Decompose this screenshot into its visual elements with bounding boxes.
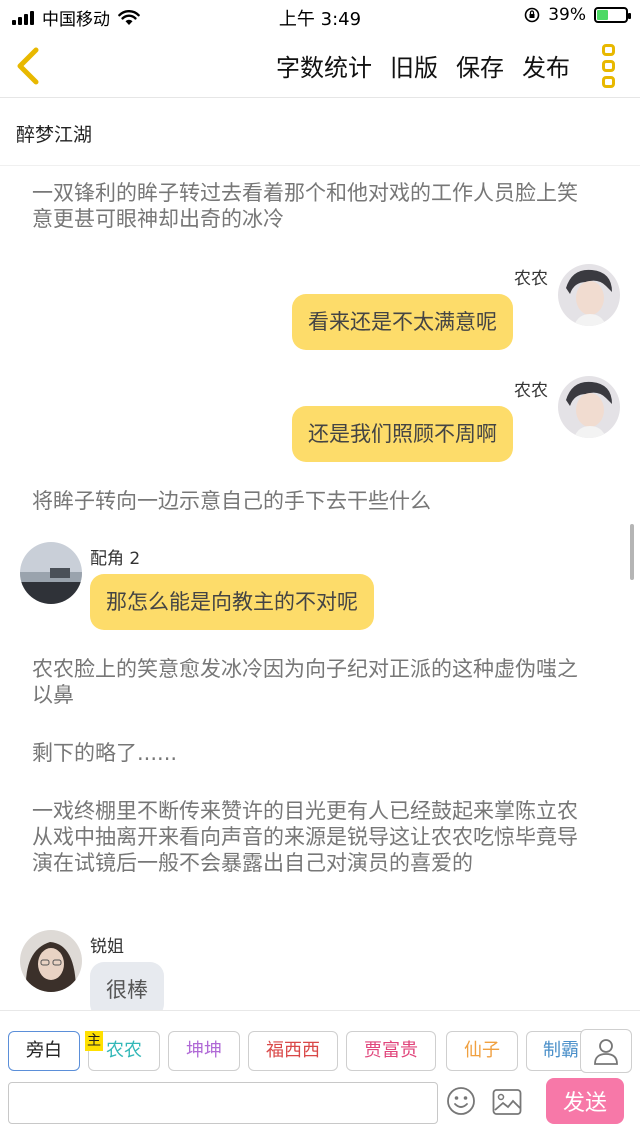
speaker-name: 农农: [514, 381, 548, 401]
role-chip-jiafugui[interactable]: 贾富贵: [346, 1031, 436, 1071]
nav-bar: 字数统计 旧版 保存 发布: [0, 34, 640, 98]
avatar[interactable]: [20, 542, 82, 604]
role-chip-label: 制霸: [543, 1040, 579, 1061]
battery-icon: [594, 7, 631, 23]
status-right: 39%: [524, 5, 631, 25]
message-input[interactable]: [8, 1082, 438, 1124]
user-icon: [594, 1039, 618, 1065]
narration-text: 一戏终棚里不断传来赞许的目光更有人已经鼓起来掌陈立农从戏中抽离开来看向声音的来源…: [32, 799, 578, 875]
orientation-lock-icon: [524, 7, 540, 23]
status-bar: 中国移动 上午 3:49 39%: [0, 0, 640, 34]
role-selector: 旁白 农农 主 坤坤 福西西 贾富贵 仙子 制霸: [0, 1010, 640, 1082]
chat-bubble[interactable]: 那怎么能是向教主的不对呢: [90, 574, 374, 630]
avatar[interactable]: [20, 930, 82, 992]
emoji-icon[interactable]: [446, 1086, 476, 1116]
speaker-name: 配角 2: [90, 549, 141, 569]
nav-actions: 字数统计 旧版 保存 发布: [276, 48, 570, 83]
role-chip-fuxixi[interactable]: 福西西: [248, 1031, 338, 1071]
chat-bubble[interactable]: 看来还是不太满意呢: [292, 294, 513, 350]
role-chip-label: 旁白: [26, 1040, 62, 1061]
role-chip-label: 仙子: [464, 1040, 500, 1061]
main-role-badge: 主: [85, 1031, 103, 1051]
back-chevron-icon[interactable]: [12, 44, 48, 88]
avatar[interactable]: [558, 264, 620, 326]
role-chip-label: 农农: [106, 1040, 142, 1061]
role-chip-xianzi[interactable]: 仙子: [446, 1031, 518, 1071]
story-title-row: 醉梦江湖: [0, 98, 640, 166]
chat-bubble[interactable]: 很棒: [90, 962, 164, 1010]
speaker-name: 农农: [514, 269, 548, 289]
avatar[interactable]: [558, 376, 620, 438]
image-icon[interactable]: [492, 1088, 522, 1116]
save-button[interactable]: 保存: [456, 48, 504, 83]
input-bar: 发送: [0, 1078, 640, 1138]
role-chip-narrator[interactable]: 旁白: [8, 1031, 80, 1071]
chat-content[interactable]: 一双锋利的眸子转过去看着那个和他对戏的工作人员脸上笑意更甚可眼神却出奇的冰冷 农…: [0, 166, 640, 1010]
role-chip-label: 贾富贵: [364, 1040, 418, 1061]
narration-text: 一双锋利的眸子转过去看着那个和他对戏的工作人员脸上笑意更甚可眼神却出奇的冰冷: [32, 181, 578, 231]
role-chip-label: 福西西: [266, 1040, 320, 1061]
battery-percent: 39%: [548, 5, 586, 25]
role-chip-label: 坤坤: [186, 1040, 222, 1061]
role-chip-kunkun[interactable]: 坤坤: [168, 1031, 240, 1071]
old-version-button[interactable]: 旧版: [390, 48, 438, 83]
narration-text: 剩下的略了......: [32, 741, 178, 765]
manage-roles-button[interactable]: [580, 1029, 632, 1073]
narration-text: 将眸子转向一边示意自己的手下去干些什么: [32, 489, 431, 513]
story-title: 醉梦江湖: [16, 124, 93, 146]
more-menu-icon[interactable]: [602, 44, 618, 88]
chat-bubble[interactable]: 还是我们照顾不周啊: [292, 406, 513, 462]
send-button[interactable]: 发送: [546, 1078, 624, 1124]
publish-button[interactable]: 发布: [522, 48, 570, 83]
word-count-button[interactable]: 字数统计: [276, 48, 372, 83]
narration-text: 农农脸上的笑意愈发冰冷因为向子纪对正派的这种虚伪嗤之以鼻: [32, 657, 578, 707]
scrollbar[interactable]: [630, 524, 634, 580]
speaker-name: 锐姐: [90, 937, 124, 957]
